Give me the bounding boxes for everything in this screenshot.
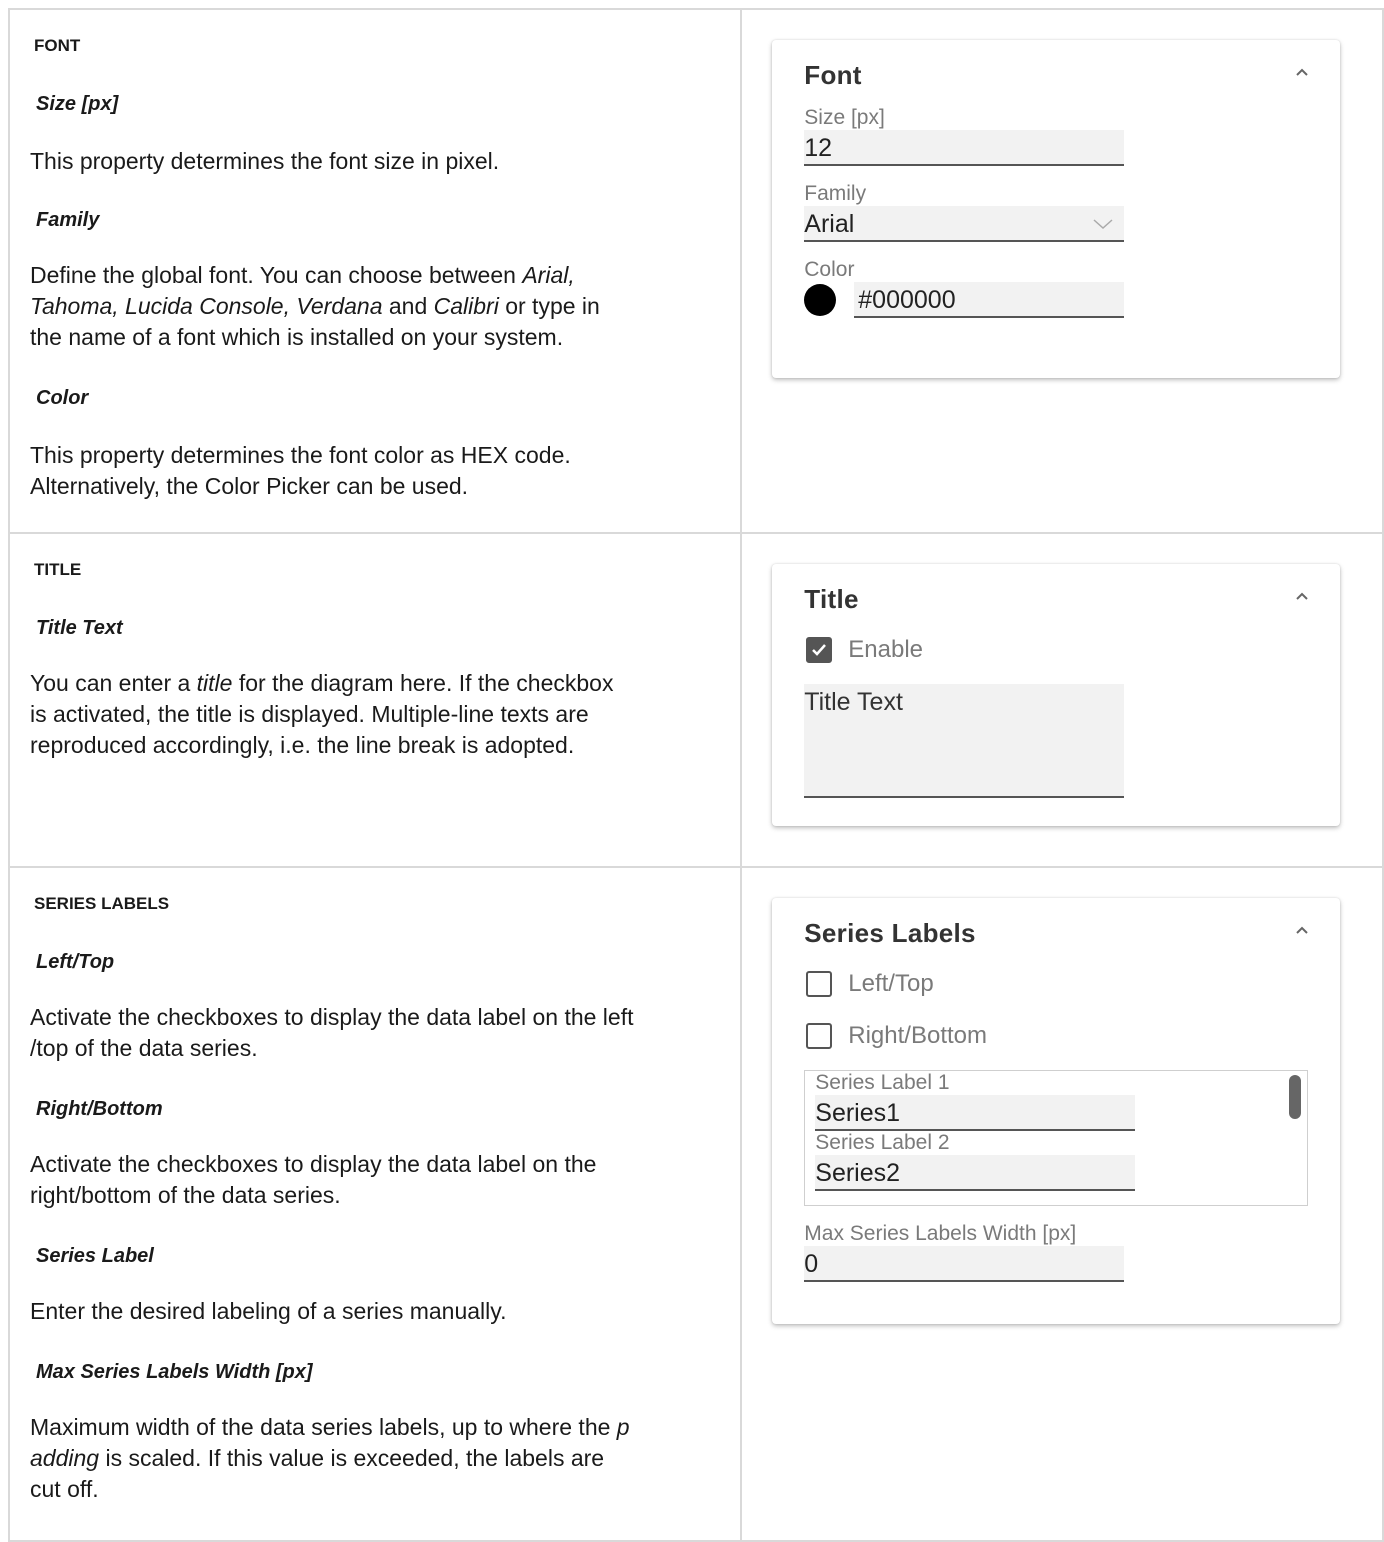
font-description-cell: FONT Size [px] This property determines … xyxy=(7,8,743,534)
text-italic: title xyxy=(196,670,233,696)
right-bottom-description: Activate the checkboxes to display the d… xyxy=(30,1149,722,1211)
text: Activate the checkboxes to display the d… xyxy=(30,1004,634,1030)
family-label: Family xyxy=(804,182,867,205)
title-panel-cell: Title Enable Title Text xyxy=(740,532,1384,868)
right-bottom-checkbox[interactable] xyxy=(806,1023,833,1049)
family-value: Arial xyxy=(804,210,855,238)
size-label: Size [px] xyxy=(804,106,885,129)
section-heading: FONT xyxy=(34,36,81,55)
size-description: This property determines the font size i… xyxy=(30,148,500,174)
panel-header[interactable]: Title xyxy=(772,564,1340,614)
text: This property determines the font color … xyxy=(30,442,571,468)
subheading-left-top: Left/Top xyxy=(36,951,115,973)
chevron-up-icon[interactable] xyxy=(1294,588,1310,604)
chevron-down-icon[interactable] xyxy=(1092,218,1114,230)
text-italic: Tahoma, Lucida Console, Verdana xyxy=(30,293,383,319)
series-label-1-label: Series Label 1 xyxy=(815,1071,950,1094)
max-width-input[interactable]: 0 xyxy=(804,1246,1125,1282)
series-label-description: Enter the desired labeling of a series m… xyxy=(30,1298,507,1324)
series-label-list[interactable]: Series Label 1 Series1 Series Label 2 Se… xyxy=(804,1070,1309,1206)
series-description-cell: SERIES LABELS Left/Top Activate the chec… xyxy=(7,866,743,1542)
title-row: TITLE Title Text You can enter a title f… xyxy=(7,532,1384,868)
text: and xyxy=(382,293,434,319)
series-label-1-input[interactable]: Series1 xyxy=(815,1095,1136,1131)
series-labels-panel: Series Labels Left/Top Right/Bottom Seri… xyxy=(772,898,1341,1324)
text: cut off. xyxy=(30,1476,99,1502)
panel-title: Series Labels xyxy=(804,918,976,948)
chevron-up-icon[interactable] xyxy=(1294,64,1310,80)
title-description: You can enter a title for the diagram he… xyxy=(30,668,722,761)
subheading-family: Family xyxy=(36,209,100,231)
chevron-up-icon[interactable] xyxy=(1294,922,1310,938)
subheading-size: Size [px] xyxy=(36,93,119,115)
left-top-description: Activate the checkboxes to display the d… xyxy=(30,1002,722,1064)
subheading-color: Color xyxy=(36,387,89,409)
title-description-cell: TITLE Title Text You can enter a title f… xyxy=(7,532,743,868)
section-heading: SERIES LABELS xyxy=(34,894,170,913)
text-italic: Calibri xyxy=(433,293,499,319)
text: Activate the checkboxes to display the d… xyxy=(30,1151,597,1177)
text-italic: p xyxy=(616,1414,630,1440)
section-heading: TITLE xyxy=(34,560,82,579)
text: or type in xyxy=(498,293,600,319)
left-top-checkbox-row[interactable]: Left/Top xyxy=(806,970,1340,998)
right-bottom-checkbox-row[interactable]: Right/Bottom xyxy=(806,1022,1340,1050)
title-text-area[interactable]: Title Text xyxy=(804,684,1125,798)
subheading-series-label: Series Label xyxy=(36,1245,154,1267)
documentation-table: FONT Size [px] This property determines … xyxy=(7,8,1384,1542)
panel-header[interactable]: Font xyxy=(772,40,1340,90)
series-label-2-label: Series Label 2 xyxy=(815,1131,950,1154)
text: Maximum width of the data series labels,… xyxy=(30,1414,617,1440)
subheading-max-width: Max Series Labels Width [px] xyxy=(36,1361,313,1383)
max-width-label: Max Series Labels Width [px] xyxy=(804,1222,1077,1245)
text: Alternatively, the Color Picker can be u… xyxy=(30,473,469,499)
enable-label: Enable xyxy=(848,636,923,663)
font-row: FONT Size [px] This property determines … xyxy=(7,8,1384,534)
subheading-title-text: Title Text xyxy=(36,617,123,639)
font-panel: Font Size [px] 12 Family Arial Color #00… xyxy=(772,40,1341,378)
color-swatch[interactable] xyxy=(804,284,837,316)
right-bottom-label: Right/Bottom xyxy=(848,1022,987,1049)
family-select[interactable]: Arial xyxy=(804,206,1125,242)
title-panel: Title Enable Title Text xyxy=(772,564,1341,826)
series-labels-row: SERIES LABELS Left/Top Activate the chec… xyxy=(7,866,1384,1542)
text: right/bottom of the data series. xyxy=(30,1182,341,1208)
scrollbar-thumb[interactable] xyxy=(1289,1075,1302,1119)
text: is activated, the title is displayed. Mu… xyxy=(30,701,589,727)
text: is scaled. If this value is exceeded, th… xyxy=(99,1445,605,1471)
checkmark-icon xyxy=(812,644,827,656)
color-input[interactable]: #000000 xyxy=(854,282,1125,318)
text: You can enter a xyxy=(30,670,197,696)
panel-title: Font xyxy=(804,60,862,90)
panel-title: Title xyxy=(804,584,859,614)
text: the name of a font which is installed on… xyxy=(30,324,564,350)
text: /top of the data series. xyxy=(30,1035,258,1061)
color-description: This property determines the font color … xyxy=(30,440,722,502)
left-top-checkbox[interactable] xyxy=(806,971,833,997)
left-top-label: Left/Top xyxy=(848,970,934,997)
color-row: #000000 xyxy=(804,282,1340,318)
text-italic: adding xyxy=(30,1445,100,1471)
text: reproduced accordingly, i.e. the line br… xyxy=(30,732,575,758)
text-italic: Arial, xyxy=(522,262,575,288)
family-description: Define the global font. You can choose b… xyxy=(30,260,722,353)
text: for the diagram here. If the checkbox xyxy=(232,670,614,696)
series-label-2-input[interactable]: Series2 xyxy=(815,1155,1136,1191)
color-label: Color xyxy=(804,258,855,281)
subheading-right-bottom: Right/Bottom xyxy=(36,1098,163,1120)
series-panel-cell: Series Labels Left/Top Right/Bottom Seri… xyxy=(740,866,1384,1542)
font-panel-cell: Font Size [px] 12 Family Arial Color #00… xyxy=(740,8,1384,534)
size-input[interactable]: 12 xyxy=(804,130,1125,166)
max-width-description: Maximum width of the data series labels,… xyxy=(30,1412,722,1505)
panel-header[interactable]: Series Labels xyxy=(772,898,1340,948)
text: Define the global font. You can choose b… xyxy=(30,262,523,288)
enable-checkbox[interactable] xyxy=(806,637,833,663)
enable-checkbox-row[interactable]: Enable xyxy=(806,636,1340,664)
